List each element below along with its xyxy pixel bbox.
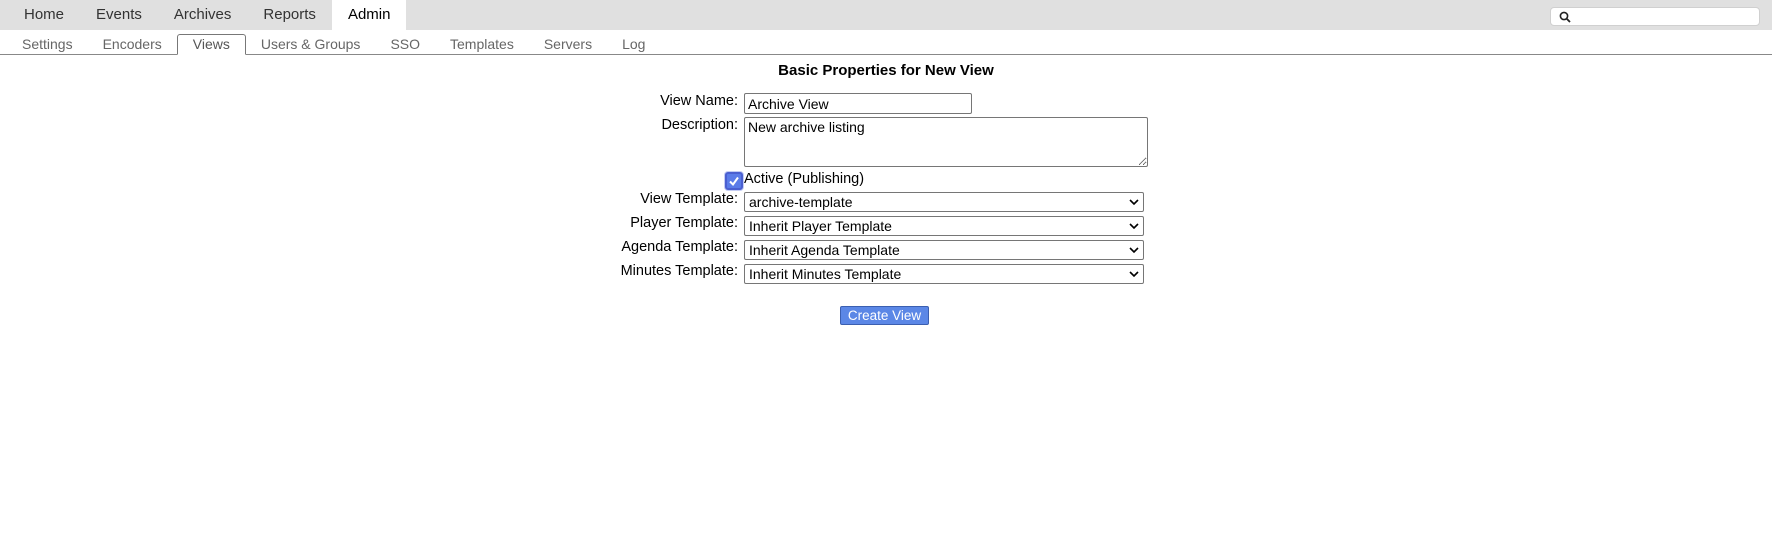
player-template-select[interactable]: Inherit Player Template (744, 216, 1144, 236)
page-title: Basic Properties for New View (778, 62, 994, 79)
chevron-down-icon (1129, 223, 1139, 230)
chevron-down-icon (1129, 271, 1139, 278)
agenda-template-select[interactable]: Inherit Agenda Template (744, 240, 1144, 260)
search-input[interactable] (1550, 7, 1760, 26)
tab-sso[interactable]: SSO (375, 34, 435, 54)
nav-reports[interactable]: Reports (247, 0, 332, 30)
chevron-down-icon (1129, 199, 1139, 206)
chevron-down-icon (1129, 247, 1139, 254)
tab-encoders[interactable]: Encoders (88, 34, 177, 54)
description-label: Description: (661, 117, 738, 133)
agenda-template-value: Inherit Agenda Template (749, 242, 900, 258)
admin-subnav: Settings Encoders Views Users & Groups S… (0, 30, 1772, 55)
tab-views[interactable]: Views (176, 34, 246, 55)
top-nav-bar: Home Events Archives Reports Admin (0, 0, 1772, 30)
top-nav: Home Events Archives Reports Admin (8, 0, 407, 30)
search-icon (1559, 11, 1571, 23)
nav-home[interactable]: Home (8, 0, 80, 30)
nav-events[interactable]: Events (80, 0, 158, 30)
minutes-template-label: Minutes Template: (620, 263, 738, 279)
tab-servers[interactable]: Servers (529, 34, 607, 54)
view-template-label: View Template: (640, 191, 738, 207)
tab-log[interactable]: Log (607, 34, 660, 54)
player-template-value: Inherit Player Template (749, 218, 892, 234)
checkmark-icon (729, 176, 739, 187)
active-label: Active (Publishing) (744, 171, 865, 187)
view-template-value: archive-template (749, 194, 853, 210)
view-name-field[interactable] (744, 93, 972, 114)
view-template-select[interactable]: archive-template (744, 192, 1144, 212)
agenda-template-label: Agenda Template: (621, 239, 738, 255)
nav-archives[interactable]: Archives (158, 0, 248, 30)
tab-settings[interactable]: Settings (7, 34, 88, 54)
create-view-button[interactable]: Create View (840, 306, 929, 325)
view-name-label: View Name: (660, 93, 738, 109)
tab-users-groups[interactable]: Users & Groups (246, 34, 376, 54)
player-template-label: Player Template: (630, 215, 738, 231)
minutes-template-select[interactable]: Inherit Minutes Template (744, 264, 1144, 284)
minutes-template-value: Inherit Minutes Template (749, 266, 902, 282)
active-checkbox[interactable] (725, 172, 743, 190)
tab-templates[interactable]: Templates (435, 34, 529, 54)
nav-admin[interactable]: Admin (331, 0, 407, 30)
description-field[interactable]: New archive listing (744, 117, 1148, 167)
